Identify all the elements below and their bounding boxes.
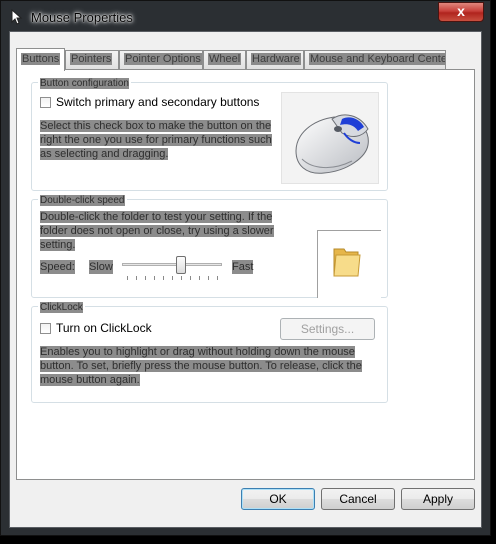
group-title-text: Button configuration (40, 78, 129, 89)
description-line: folder does not open or close, try using… (40, 225, 274, 237)
tab-label: Pointers (70, 53, 113, 65)
switch-buttons-label: Switch primary and secondary buttons (56, 95, 260, 109)
fast-label: Fast (232, 260, 254, 274)
ok-button[interactable]: OK (241, 488, 315, 510)
mouse-icon (295, 114, 369, 174)
test-folder-area[interactable] (317, 230, 381, 298)
tab-label: Wheel (208, 53, 242, 65)
clicklock-group: ClickLock Turn on ClickLock Settings... … (31, 299, 388, 403)
window-title: Mouse Properties (31, 10, 133, 25)
group-title: Double-click speed (38, 192, 127, 208)
slider-tick (172, 276, 173, 280)
close-button[interactable]: x (438, 2, 484, 22)
clicklock-description: Enables you to highlight or drag without… (40, 345, 380, 387)
description-line: mouse button again. (40, 374, 140, 386)
slider-track[interactable] (122, 263, 222, 266)
group-title-text: Double-click speed (40, 195, 125, 206)
buttons-tab-panel: Button configuration Switch primary and … (16, 69, 475, 480)
slider-tick (181, 276, 182, 280)
button-label: Settings... (300, 322, 355, 336)
tab-pointer-options[interactable]: Pointer Options (119, 50, 203, 69)
tab-buttons[interactable]: Buttons (16, 48, 65, 71)
group-title: Button configuration (38, 75, 131, 91)
switch-buttons-description: Select this check box to make the button… (40, 119, 280, 161)
slider-tick (208, 276, 209, 280)
group-title-text: ClickLock (40, 302, 83, 313)
slider-tick (199, 276, 200, 280)
apply-button[interactable]: Apply (401, 488, 475, 510)
group-title: ClickLock (38, 299, 85, 315)
mouse-pointer-icon (9, 8, 25, 25)
tab-label: Hardware (251, 53, 301, 65)
slider-thumb[interactable] (176, 256, 186, 274)
button-label: OK (269, 492, 287, 506)
button-configuration-group: Button configuration Switch primary and … (31, 75, 388, 191)
clicklock-checkbox[interactable] (40, 323, 51, 334)
switch-buttons-checkbox[interactable] (40, 97, 51, 108)
slider-tick (190, 276, 191, 280)
description-line: button. To set, briefly press the mouse … (40, 360, 362, 372)
description-line: Double-click the folder to test your set… (40, 211, 273, 223)
description-line: setting. (40, 239, 76, 251)
slider-tick (127, 276, 128, 280)
close-icon: x (457, 3, 465, 19)
tab-hardware[interactable]: Hardware (246, 50, 304, 69)
double-click-speed-group: Double-click speed Double-click the fold… (31, 192, 388, 298)
slider-tick (154, 276, 155, 280)
tab-label: Pointer Options (124, 53, 202, 65)
clicklock-label: Turn on ClickLock (56, 321, 152, 335)
mouse-properties-window: Mouse Properties x Buttons Pointers Poin… (0, 0, 491, 536)
button-label: Apply (422, 492, 454, 506)
dialog-body: Buttons Pointers Pointer Options Wheel H… (9, 31, 482, 528)
double-click-description: Double-click the folder to test your set… (40, 210, 280, 252)
speed-label: Speed: (40, 260, 75, 274)
slider-tick (136, 276, 137, 280)
description-line: Select this check box to make the button… (40, 120, 272, 132)
tab-pointers[interactable]: Pointers (65, 50, 119, 69)
title-bar[interactable]: Mouse Properties x (1, 1, 490, 31)
switch-buttons-option[interactable]: Switch primary and secondary buttons (40, 95, 259, 109)
tab-wheel[interactable]: Wheel (203, 50, 246, 69)
button-label: Cancel (339, 492, 377, 506)
slider-tick (217, 276, 218, 280)
mouse-image (281, 92, 379, 184)
clicklock-option[interactable]: Turn on ClickLock (40, 321, 152, 335)
slider-tick (145, 276, 146, 280)
tab-mouse-and-keyboard-center[interactable]: Mouse and Keyboard Center (304, 50, 446, 69)
speed-slider[interactable] (122, 256, 226, 280)
slow-label: Slow (89, 260, 113, 274)
slider-tick (163, 276, 164, 280)
cancel-button[interactable]: Cancel (321, 488, 395, 510)
clicklock-settings-button[interactable]: Settings... (280, 318, 375, 340)
description-line: right the one you use for primary functi… (40, 134, 272, 146)
description-line: as selecting and dragging. (40, 148, 169, 160)
description-line: Enables you to highlight or drag without… (40, 346, 355, 358)
tab-label: Buttons (21, 53, 61, 65)
tab-label: Mouse and Keyboard Center (309, 53, 445, 65)
folder-icon[interactable] (332, 245, 362, 279)
